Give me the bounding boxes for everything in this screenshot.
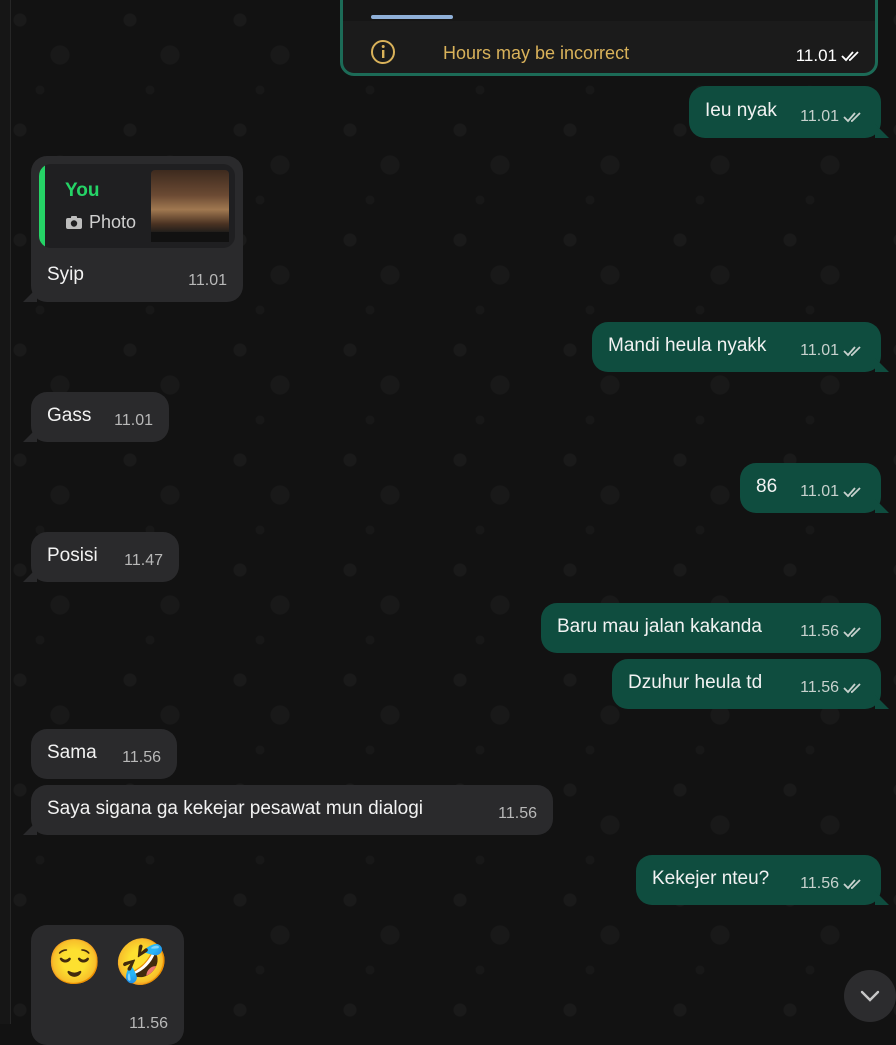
message-bubble-outgoing[interactable]: 86 11.01 [740,463,889,513]
message-bubble-outgoing[interactable]: Ieu nyak 11.01 [689,86,889,138]
message-meta: 11.56 [800,875,865,893]
location-card[interactable]: Hours may be incorrect 11.01 [340,0,878,76]
message-text: Syip [47,264,84,285]
message-meta: 11.56 [129,1015,168,1033]
message-bubble-outgoing[interactable]: Mandi heula nyakk 11.01 [592,322,889,372]
scroll-to-bottom-button[interactable] [844,970,896,1022]
message-bubble-outgoing[interactable]: Baru mau jalan kakanda 11.56 [541,603,881,653]
message-text: Posisi [47,545,98,566]
message-meta: 11.01 [796,46,863,66]
double-check-icon [843,112,861,123]
message-bubble-incoming[interactable]: Sama 11.56 [31,729,177,779]
hours-notice: Hours may be incorrect [443,43,630,63]
message-bubble-outgoing[interactable]: Dzuhur heula td 11.56 [612,659,889,709]
message-time: 11.56 [800,875,839,892]
message-time: 11.56 [129,1015,168,1032]
message-text: Ieu nyak [705,100,777,121]
message-meta: 11.01 [800,108,865,126]
card-progress-indicator [371,15,453,19]
message-meta: 11.56 [800,623,865,641]
thumbnail-footer [151,232,229,242]
message-text: Kekejer nteu? [652,868,770,889]
message-text: Mandi heula nyakk [608,335,767,356]
double-check-icon [843,683,861,694]
message-text: Baru mau jalan kakanda [557,616,762,637]
message-meta: 11.01 [114,412,153,430]
double-check-icon [841,51,859,62]
pane-divider [0,0,11,1024]
reply-attachment-label: Photo [89,212,137,232]
message-time: 11.47 [124,552,163,569]
reply-author: You [65,180,100,201]
message-bubble-incoming[interactable]: Posisi 11.47 [23,532,179,582]
message-text: Gass [47,405,92,426]
message-time: 11.01 [800,483,839,500]
chevron-down-icon [860,990,880,1002]
camera-icon [66,216,82,229]
message-text: Dzuhur heula td [628,672,763,693]
message-meta: 11.01 [800,342,865,360]
message-meta: 11.56 [800,679,865,697]
message-bubble-incoming[interactable]: Saya sigana ga kekejar pesawat mun dialo… [23,785,553,835]
message-time: 11.56 [800,623,839,640]
message-time: 11.01 [795,46,837,65]
reply-accent-bar [39,164,45,248]
message-time: 11.01 [114,412,153,429]
message-time: 11.56 [800,679,839,696]
message-bubble-incoming[interactable]: You Photo Syip 11.01 [23,156,243,302]
message-bubble-outgoing[interactable]: Kekejer nteu? 11.56 [636,855,889,905]
reply-attachment: Photo [65,212,136,233]
message-text: 86 [756,476,778,497]
message-time: 11.01 [800,342,839,359]
message-time: 11.01 [188,272,227,289]
reply-quote[interactable]: You Photo [39,164,235,248]
message-bubble-incoming[interactable]: 😌 🤣 11.56 [31,925,184,1045]
message-bubble-incoming[interactable]: Gass 11.01 [23,392,169,442]
message-time: 11.56 [498,805,537,822]
message-meta: 11.01 [800,483,865,501]
message-time: 11.56 [122,749,161,766]
message-meta: 11.56 [122,749,161,767]
message-time: 11.01 [800,108,839,125]
message-text: Sama [47,742,97,763]
double-check-icon [843,627,861,638]
message-meta: 11.47 [124,552,163,570]
info-icon [371,40,395,64]
message-meta: 11.56 [498,805,537,823]
photo-thumbnail [151,170,229,242]
emoji-message: 😌 🤣 [47,938,169,987]
message-meta: 11.01 [188,272,227,290]
double-check-icon [843,346,861,357]
double-check-icon [843,879,861,890]
double-check-icon [843,487,861,498]
message-text: Saya sigana ga kekejar pesawat mun dialo… [47,798,424,819]
